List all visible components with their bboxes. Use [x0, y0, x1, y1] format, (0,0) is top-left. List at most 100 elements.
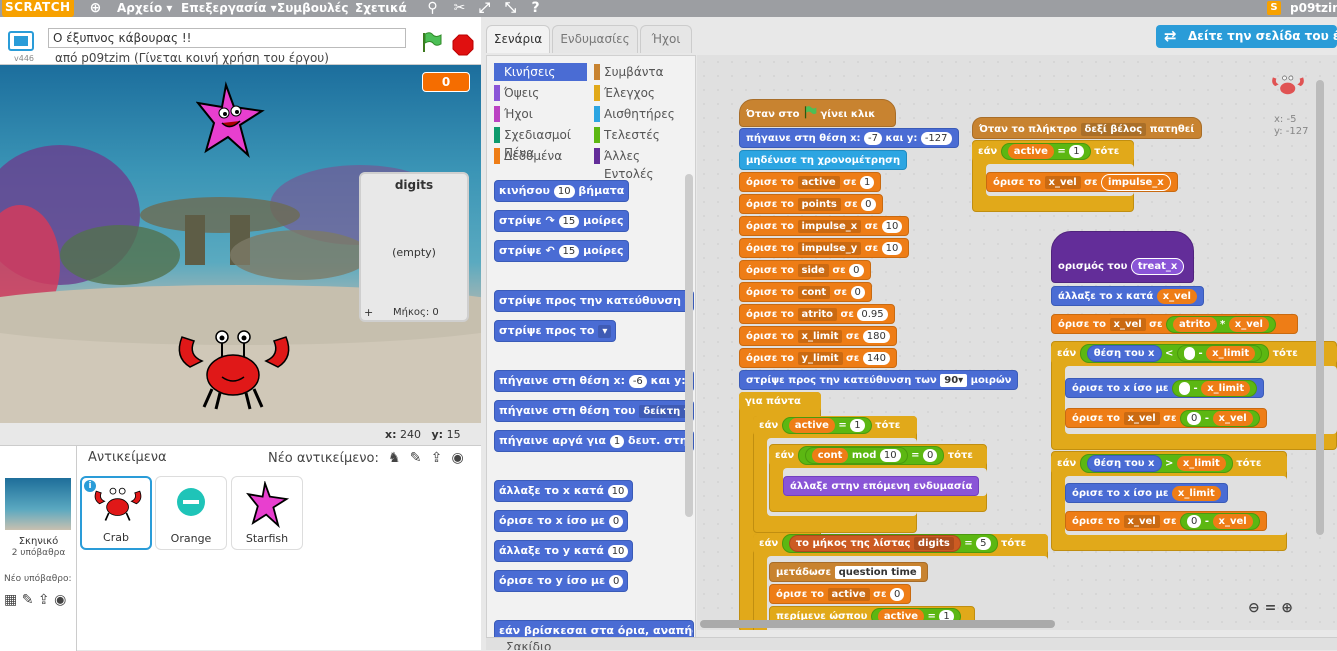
set-x-limit-neg-block[interactable]: όρισε το x ίσο με - x_limit — [1065, 378, 1265, 398]
set-variable-block[interactable]: όρισε το atrito σε 0.95 — [739, 304, 895, 324]
palette-set-y-block[interactable]: όρισε το y ίσο με 0 — [494, 570, 629, 592]
point-direction-block[interactable]: στρίψε προς την κατεύθυνση των 90▾ μοιρώ… — [739, 370, 1019, 390]
sprites-label: Αντικείμενα — [88, 450, 167, 465]
camera-backdrop-icon[interactable]: ◉ — [54, 592, 66, 608]
category-color-swatch — [594, 64, 600, 80]
scripts-horizontal-scrollbar[interactable] — [700, 620, 1055, 628]
palette-point-direction-block[interactable]: στρίψε προς την κατεύθυνση τα — [494, 290, 694, 312]
category-1[interactable]: Συμβάντα — [594, 63, 687, 81]
sprite-library-icon[interactable]: ♞ — [388, 450, 401, 466]
category-color-swatch — [594, 127, 600, 143]
scripts-area[interactable]: Όταν στο γίνει κλικ πήγαινε στη θέση x: … — [697, 55, 1337, 630]
change-x-by-xvel-block[interactable]: άλλαξε το x κατά x_vel — [1051, 286, 1204, 306]
category-9[interactable]: Άλλες Εντολές — [594, 147, 687, 181]
list-add-button[interactable]: + — [364, 306, 373, 319]
set-variable-block[interactable]: όρισε το impulse_y σε 10 — [739, 238, 910, 258]
palette-set-x-block[interactable]: όρισε το x ίσο με 0 — [494, 510, 629, 532]
palette-move-block[interactable]: κινήσου 10 βήματα — [494, 180, 630, 202]
set-xvel-mul-block[interactable]: όρισε το x_vel σε atrito * x_vel — [1051, 314, 1298, 334]
chevron-down-icon: ▾ — [598, 325, 612, 338]
set-variable-block[interactable]: όρισε το cont σε 0 — [739, 282, 872, 302]
category-4[interactable]: Ήχοι — [494, 105, 587, 123]
stage-thumbnail-image[interactable] — [5, 478, 71, 530]
cut-icon[interactable]: ✂ — [452, 1, 467, 16]
duplicate-icon[interactable]: ⚲ — [425, 1, 440, 16]
set-variable-block[interactable]: όρισε το y_limit σε 140 — [739, 348, 897, 368]
starfish-sprite[interactable] — [196, 81, 266, 161]
paint-backdrop-icon[interactable]: ✎ — [22, 592, 34, 608]
backdrop-library-icon[interactable]: ▦ — [4, 592, 17, 608]
palette-glide-block[interactable]: πήγαινε αργά για 1 δευτ. στη — [494, 430, 694, 452]
menu-about[interactable]: Σχετικά — [355, 0, 407, 16]
sprite-thumb-orange[interactable]: Orange — [155, 476, 227, 550]
palette-change-y-block[interactable]: άλλαξε το y κατά 10 — [494, 540, 634, 562]
palette-scrollbar[interactable] — [685, 174, 693, 517]
set-xvel-neg-block-2[interactable]: όρισε το x_vel σε 0 - x_vel — [1065, 511, 1267, 531]
grow-icon[interactable]: ⤢ — [477, 1, 492, 16]
tab-sounds[interactable]: Ήχοι — [640, 25, 692, 53]
zoom-reset-icon[interactable]: = — [1265, 600, 1277, 616]
upload-sprite-icon[interactable]: ⇪ — [431, 450, 443, 466]
backpack-bar[interactable]: Σακίδιο — [486, 637, 1337, 650]
set-x-limit-block[interactable]: όρισε το x ίσο με x_limit — [1065, 483, 1228, 503]
set-variable-block[interactable]: όρισε το impulse_x σε 10 — [739, 216, 910, 236]
menu-file[interactable]: Αρχείο ▾ — [117, 0, 172, 16]
menu-tips[interactable]: Συμβουλές — [277, 0, 348, 16]
sprite-thumb-starfish[interactable]: Starfish — [231, 476, 303, 550]
help-icon[interactable]: ? — [528, 1, 543, 16]
stage-thumbnail[interactable]: Σκηνικό 2 υπόβαθρα Νέο υπόβαθρο: ▦ ✎ ⇪ ◉ — [0, 446, 77, 651]
set-variable-block[interactable]: όρισε το side σε 0 — [739, 260, 871, 280]
shrink-icon[interactable]: ⤡ — [503, 1, 518, 16]
reset-timer-block[interactable]: μηδένισε τη χρονομέτρηση — [739, 150, 908, 170]
username[interactable]: p09tzim — [1290, 0, 1337, 16]
tab-scripts[interactable]: Σενάρια — [486, 25, 550, 53]
set-variable-block[interactable]: όρισε το x_limit σε 180 — [739, 326, 897, 346]
see-project-page-label: Δείτε την σελίδα του έργου — [1188, 29, 1337, 43]
category-2[interactable]: Όψεις — [494, 84, 587, 102]
menu-edit[interactable]: Επεξεργασία ▾ — [181, 0, 277, 16]
fullscreen-icon[interactable] — [8, 31, 34, 51]
set-variable-block[interactable]: όρισε το points σε 0 — [739, 194, 883, 214]
green-flag-icon[interactable] — [420, 31, 442, 53]
upload-backdrop-icon[interactable]: ⇪ — [38, 592, 50, 608]
palette-goto-xy-block[interactable]: πήγαινε στη θέση x: -6 και y: — [494, 370, 694, 392]
see-project-page-button[interactable]: ⇄ Δείτε την σελίδα του έργου — [1156, 25, 1337, 48]
crab-sprite[interactable] — [172, 327, 296, 413]
next-costume-block[interactable]: άλλαξε στην επόμενη ενδυμασία — [783, 476, 980, 496]
broadcast-block[interactable]: μετάδωσε question time — [769, 562, 928, 582]
zoom-controls: ⊖ = ⊕ — [1248, 600, 1293, 616]
palette-goto-block[interactable]: πήγαινε στη θέση του δείκτη του — [494, 400, 694, 422]
palette-turn-right-block[interactable]: στρίψε ↷ 15 μοίρες — [494, 210, 629, 232]
project-title-input[interactable]: Ο έξυπνος κάβουρας !! — [48, 28, 406, 48]
stage[interactable]: 0 digits (empty) + Μήκος: 0 — [0, 65, 481, 423]
set-xvel-neg-block-1[interactable]: όρισε το x_vel σε 0 - x_vel — [1065, 408, 1267, 428]
when-key-pressed-hat[interactable]: Όταν το πλήκτρο δεξί βέλος πατηθεί — [972, 117, 1202, 139]
category-6[interactable]: Σχεδιασμοί Πένα — [494, 126, 587, 160]
tab-costumes[interactable]: Ενδυμασίες — [552, 25, 638, 53]
category-8[interactable]: Δεδομένα — [494, 147, 587, 165]
globe-icon[interactable]: ⊕ — [88, 1, 103, 16]
set-active-zero-block[interactable]: όρισε το active σε 0 — [769, 584, 912, 604]
palette-change-x-block[interactable]: άλλαξε το x κατά 10 — [494, 480, 634, 502]
paint-sprite-icon[interactable]: ✎ — [410, 450, 422, 466]
zoom-in-icon[interactable]: ⊕ — [1281, 600, 1293, 616]
sprite-thumb-crab[interactable]: i Crab — [80, 476, 152, 550]
zoom-out-icon[interactable]: ⊖ — [1248, 600, 1260, 616]
goto-xy-block[interactable]: πήγαινε στη θέση x: -7 και y: -127 — [739, 128, 959, 148]
scripts-vertical-scrollbar[interactable] — [1316, 80, 1324, 535]
category-3[interactable]: Έλεγχος — [594, 84, 687, 102]
define-block-hat[interactable]: ορισμός του treat_x — [1051, 231, 1194, 283]
account-icon[interactable]: S — [1267, 1, 1281, 15]
palette-turn-left-block[interactable]: στρίψε ↶ 15 μοίρες — [494, 240, 629, 262]
set-xvel-impulse-block[interactable]: όρισε το x_vel σε impulse_x — [986, 172, 1178, 192]
category-5[interactable]: Αισθητήρες — [594, 105, 687, 123]
digits-list-monitor[interactable]: digits (empty) + Μήκος: 0 — [359, 172, 469, 322]
palette-point-towards-block[interactable]: στρίψε προς το ▾ — [494, 320, 617, 342]
stop-icon[interactable] — [452, 34, 474, 56]
when-flag-clicked-hat[interactable]: Όταν στο γίνει κλικ — [739, 99, 896, 127]
category-7[interactable]: Τελεστές — [594, 126, 687, 144]
camera-sprite-icon[interactable]: ◉ — [451, 450, 463, 466]
set-variable-block[interactable]: όρισε το active σε 1 — [739, 172, 882, 192]
scratch-logo[interactable]: SCRATCH — [2, 0, 74, 17]
category-0[interactable]: Κινήσεις — [494, 63, 587, 81]
